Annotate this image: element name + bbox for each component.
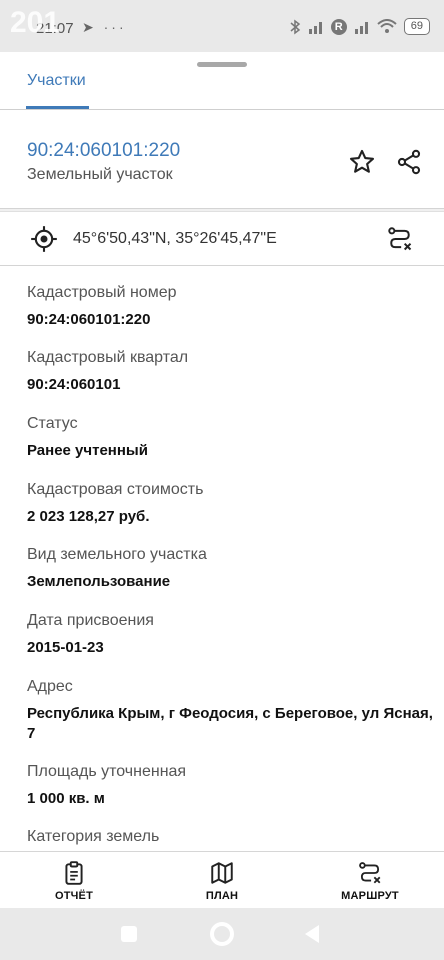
plan-label: ПЛАН	[205, 890, 239, 902]
field-value: 2015-01-23	[27, 639, 104, 656]
field-land-category: Категория земель	[27, 828, 437, 846]
share-button[interactable]	[392, 145, 426, 179]
parcel-sheet: Участки 90:24:060101:220 Земельный участ…	[0, 52, 444, 908]
parcel-type: Земельный участок	[27, 166, 173, 183]
field-label: Адрес	[27, 678, 73, 695]
tab-indicator	[26, 106, 89, 109]
field-value: 2 023 128,27 руб.	[27, 508, 150, 525]
recents-button[interactable]	[121, 926, 137, 942]
field-cadastral-number: Кадастровый номер 90:24:060101:220	[27, 284, 437, 330]
report-button[interactable]: ОТЧЁТ	[19, 860, 129, 902]
report-icon	[65, 861, 83, 885]
field-assignment-date: Дата присвоения 2015-01-23	[27, 612, 437, 658]
map-icon	[211, 862, 233, 884]
field-value: Ранее учтенный	[27, 442, 148, 459]
field-value: 90:24:060101	[27, 376, 121, 393]
field-label: Категория земель	[27, 828, 160, 845]
field-label: Статус	[27, 415, 78, 432]
field-parcel-kind: Вид земельного участка Землепользование	[27, 546, 437, 592]
bottom-nav: ОТЧЁТ ПЛАН МАРШРУТ	[0, 851, 444, 908]
telegram-icon: ➤ ···	[82, 19, 127, 35]
field-value: 90:24:060101:220	[27, 311, 151, 328]
field-value: Республика Крым, г Феодосия, с Береговое…	[27, 705, 433, 742]
battery-icon: 69	[403, 18, 430, 35]
route-icon	[388, 227, 412, 251]
route-nav-button[interactable]: МАРШРУТ	[315, 860, 425, 902]
parcel-header: 90:24:060101:220 Земельный участок	[0, 110, 444, 210]
field-label: Кадастровый квартал	[27, 349, 189, 366]
field-label: Кадастровая стоимость	[27, 481, 204, 498]
home-button[interactable]	[210, 922, 234, 946]
field-value: 1 000 кв. м	[27, 790, 105, 807]
status-bar: 21:07 201 ➤ ··· R 69	[0, 0, 444, 56]
wifi-icon	[377, 19, 397, 33]
field-label: Вид земельного участка	[27, 546, 207, 563]
locate-icon	[31, 226, 57, 252]
coordinates-text: 45°6'50,43"N, 35°26'45,47"E	[73, 230, 277, 247]
field-label: Кадастровый номер	[27, 284, 177, 301]
field-value: Землепользование	[27, 573, 171, 590]
field-address: Адрес Республика Крым, г Феодосия, с Бер…	[27, 678, 437, 744]
field-label: Площадь уточненная	[27, 763, 187, 780]
signal-icon	[308, 21, 322, 34]
plan-button[interactable]: ПЛАН	[167, 860, 277, 902]
route-label: МАРШРУТ	[341, 890, 399, 902]
status-icons: R 69	[289, 18, 430, 35]
tab-parcels[interactable]: Участки	[27, 72, 86, 90]
parcel-number: 90:24:060101:220	[27, 140, 181, 161]
roaming-icon: R	[330, 18, 347, 35]
field-cadastral-quarter: Кадастровый квартал 90:24:060101	[27, 349, 437, 395]
report-label: ОТЧЁТ	[54, 890, 94, 902]
route-button[interactable]	[383, 222, 417, 256]
star-icon	[349, 149, 375, 173]
tab-bar: Участки	[0, 66, 444, 110]
back-button[interactable]	[305, 925, 319, 943]
signal-icon-2	[354, 21, 368, 34]
status-overlay-number: 201	[10, 6, 61, 39]
field-status: Статус Ранее учтенный	[27, 415, 437, 461]
field-cadastral-value: Кадастровая стоимость 2 023 128,27 руб.	[27, 481, 437, 527]
coordinates-row: 45°6'50,43"N, 35°26'45,47"E	[0, 212, 444, 266]
favorite-button[interactable]	[345, 145, 379, 179]
field-area: Площадь уточненная 1 000 кв. м	[27, 763, 437, 809]
system-nav-bar	[0, 908, 444, 960]
locate-button[interactable]	[27, 222, 61, 256]
route-icon	[359, 862, 381, 884]
share-icon	[397, 149, 421, 175]
field-label: Дата присвоения	[27, 612, 154, 629]
bluetooth-icon	[290, 19, 300, 34]
